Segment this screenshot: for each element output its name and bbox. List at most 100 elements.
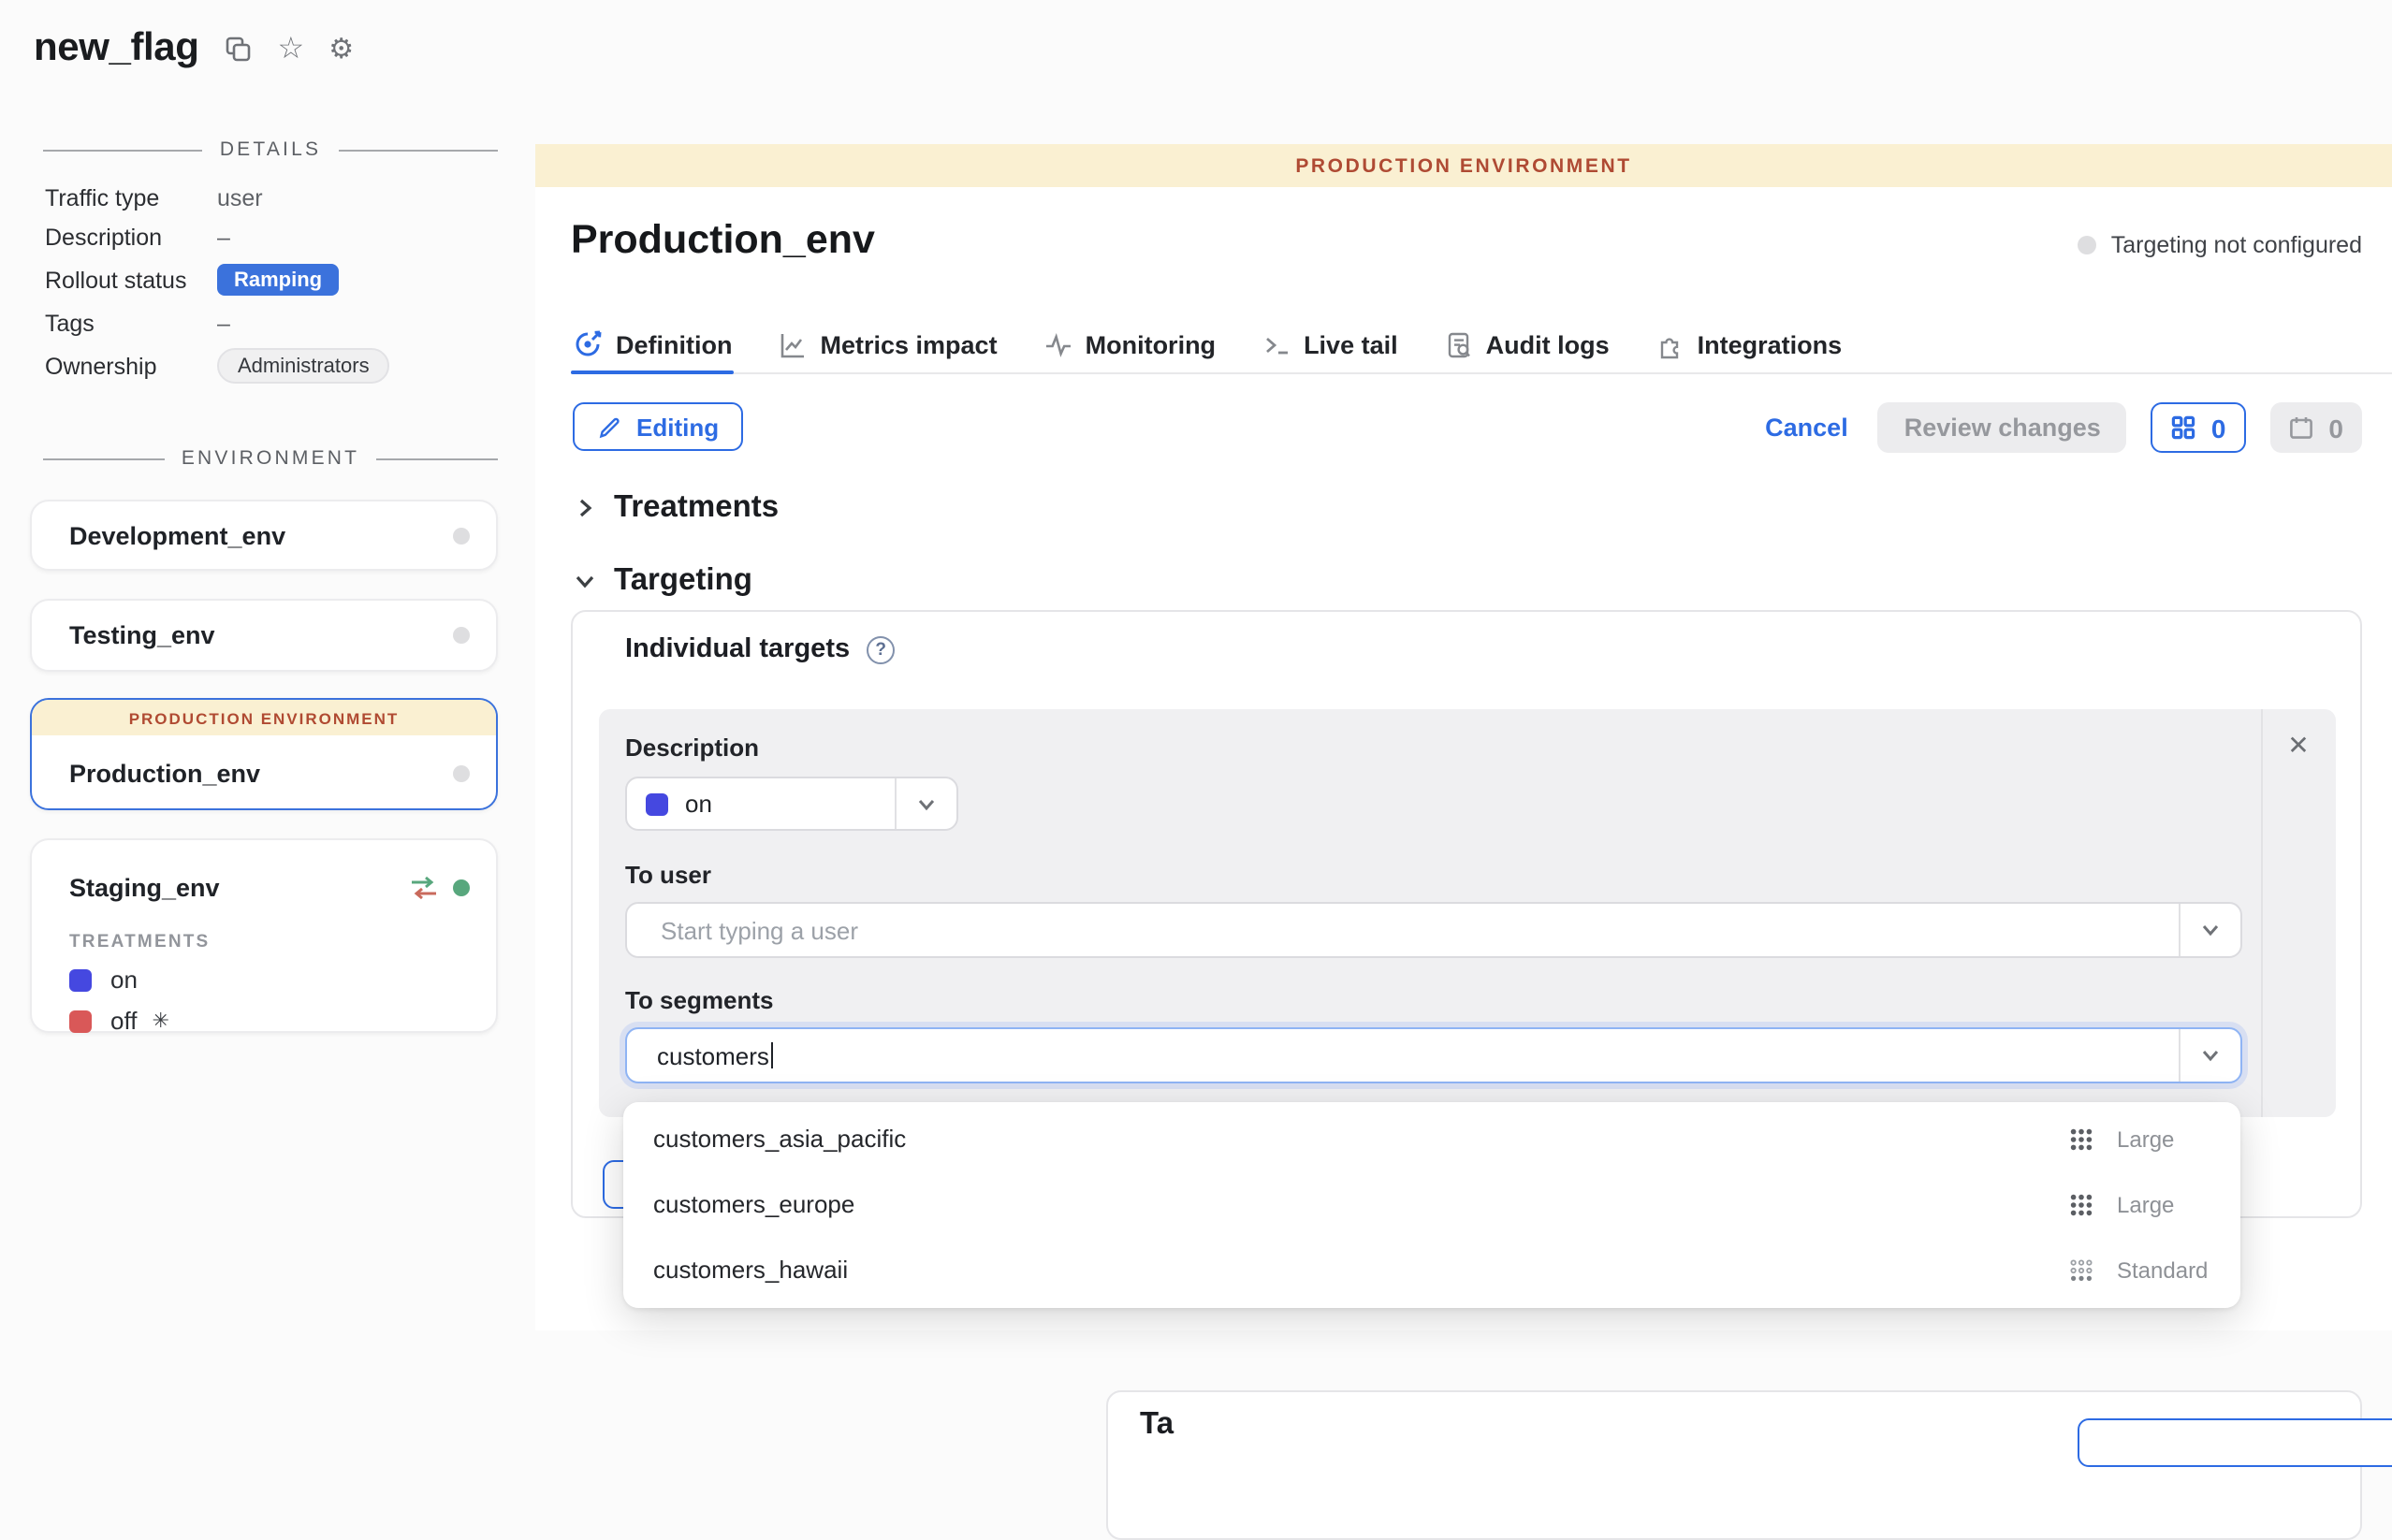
page-title: Production_env (571, 217, 875, 264)
treatments-section-label: Treatments (614, 490, 779, 526)
tab-monitoring[interactable]: Monitoring (1043, 316, 1218, 372)
segment-size-label: Standard (2117, 1257, 2214, 1283)
grid-icon (2172, 415, 2196, 440)
tab-definition[interactable]: Definition (571, 316, 735, 372)
targeting-section-label: Targeting (614, 563, 752, 599)
covered-button-fragment[interactable] (2078, 1418, 2392, 1467)
pulse-icon (1044, 330, 1072, 358)
status-dot-gray (2078, 236, 2096, 254)
environment-heading: ENVIRONMENT (182, 447, 359, 470)
default-treatment-icon: ✳ (152, 1009, 168, 1033)
tab-audit-logs[interactable]: Audit logs (1443, 316, 1612, 372)
audit-log-icon (1445, 330, 1473, 358)
to-segments-label: To segments (625, 986, 773, 1014)
segment-large-icon (2068, 1126, 2094, 1152)
targeting-rules-card: Ta xposure (1106, 1390, 2362, 1540)
env-name-production: Production_env (69, 760, 453, 788)
description-label: Description (45, 225, 217, 251)
pencil-icon (597, 414, 621, 439)
segment-large-icon (2068, 1191, 2094, 1217)
tags-label: Tags (45, 311, 217, 337)
terminal-icon (1262, 330, 1291, 358)
env-card-development[interactable]: Development_env (30, 500, 498, 571)
grid-count-button[interactable]: 0 (2151, 402, 2247, 453)
treatment-row-off: off ✳ (69, 1007, 459, 1035)
details-heading: DETAILS (220, 138, 321, 161)
puzzle-icon (1656, 330, 1685, 358)
tab-audit-logs-label: Audit logs (1486, 330, 1610, 358)
close-icon[interactable]: ✕ (2278, 724, 2319, 765)
status-dot-gray (453, 627, 470, 644)
segment-dropdown-menu: customers_asia_pacific Large customers_e… (623, 1102, 2240, 1308)
sync-arrows-icon (410, 875, 438, 899)
tab-monitoring-label: Monitoring (1086, 330, 1216, 358)
to-user-label: To user (625, 861, 711, 889)
treatment-select-value: on (685, 790, 712, 818)
segment-option-name: customers_asia_pacific (653, 1125, 2068, 1153)
env-card-testing[interactable]: Testing_env (30, 599, 498, 672)
targeting-section-header[interactable]: Targeting (575, 563, 752, 599)
treatments-heading: TREATMENTS (69, 932, 459, 952)
tab-metrics-impact[interactable]: Metrics impact (778, 316, 999, 372)
status-dot-gray (453, 527, 470, 544)
cancel-link[interactable]: Cancel (1765, 414, 1848, 442)
env-card-production[interactable]: PRODUCTION ENVIRONMENT Production_env (30, 698, 498, 810)
rollout-status-badge[interactable]: Ramping (217, 264, 339, 296)
treatment-row-on: on (69, 966, 459, 994)
treatment-off-label: off (110, 1007, 137, 1035)
copy-icon[interactable] (224, 34, 254, 64)
segment-option-name: customers_europe (653, 1190, 2068, 1218)
calendar-count-button[interactable]: 0 (2270, 402, 2362, 453)
to-user-input[interactable] (657, 914, 2179, 946)
production-env-card-banner: PRODUCTION ENVIRONMENT (32, 700, 496, 735)
treatment-on-swatch (646, 792, 668, 815)
text-cursor (771, 1042, 774, 1068)
editing-button[interactable]: Editing (573, 402, 743, 451)
targeting-rules-heading-fragment: Ta (1140, 1407, 1174, 1443)
env-name-testing: Testing_env (69, 621, 453, 649)
rule-side-column: ✕ (2261, 709, 2336, 1117)
help-icon[interactable]: ? (867, 635, 895, 663)
individual-target-rule-card: ✕ Description on To user T (599, 709, 2336, 1117)
select-chevron-icon[interactable] (2179, 904, 2240, 956)
segment-standard-icon (2068, 1257, 2094, 1283)
tab-integrations[interactable]: Integrations (1655, 316, 1845, 372)
segment-option-europe[interactable]: customers_europe Large (623, 1171, 2240, 1237)
traffic-type-label: Traffic type (45, 185, 217, 211)
calendar-icon (2289, 415, 2313, 440)
select-chevron-icon (895, 778, 956, 829)
treatment-on-label: on (110, 966, 138, 994)
tab-live-tail-label: Live tail (1304, 330, 1398, 358)
treatments-section-header[interactable]: Treatments (575, 490, 779, 526)
to-user-input-wrap (625, 902, 2242, 958)
tab-bar: Definition Metrics impact Monitoring (571, 316, 2392, 374)
traffic-type-value: user (217, 185, 263, 211)
details-divider: DETAILS (43, 138, 498, 161)
segment-option-hawaii[interactable]: customers_hawaii Standard (623, 1237, 2240, 1302)
flag-header: new_flag ☆ ⚙ (34, 26, 354, 71)
app-window: new_flag ☆ ⚙ DETAILS Traffic type user D… (0, 0, 2392, 1330)
flag-title: new_flag (34, 26, 199, 71)
environment-divider: ENVIRONMENT (43, 447, 498, 470)
ownership-chip[interactable]: Administrators (217, 348, 390, 384)
select-chevron-icon[interactable] (2179, 1029, 2240, 1082)
treatment-off-swatch (69, 1010, 92, 1032)
tags-value: – (217, 311, 230, 337)
env-card-staging[interactable]: Staging_env TREATMENTS on off ✳ (30, 838, 498, 1033)
review-changes-button[interactable]: Review changes (1878, 402, 2127, 453)
grid-count: 0 (2211, 413, 2226, 443)
chart-icon (780, 330, 808, 358)
tab-live-tail[interactable]: Live tail (1261, 316, 1400, 372)
star-icon[interactable]: ☆ (278, 30, 305, 67)
individual-targets-label: Individual targets (625, 634, 850, 664)
targeting-status: Targeting not configured (2078, 232, 2362, 258)
segment-size-label: Large (2117, 1126, 2214, 1152)
to-segments-input[interactable]: customers (625, 1027, 2242, 1083)
env-name-staging: Staging_env (69, 873, 410, 901)
chevron-down-icon (575, 571, 595, 591)
segment-option-asia-pacific[interactable]: customers_asia_pacific Large (623, 1106, 2240, 1171)
gear-icon[interactable]: ⚙ (328, 32, 354, 65)
ownership-label: Ownership (45, 353, 217, 379)
targeting-status-label: Targeting not configured (2111, 232, 2362, 258)
treatment-select[interactable]: on (625, 777, 958, 831)
